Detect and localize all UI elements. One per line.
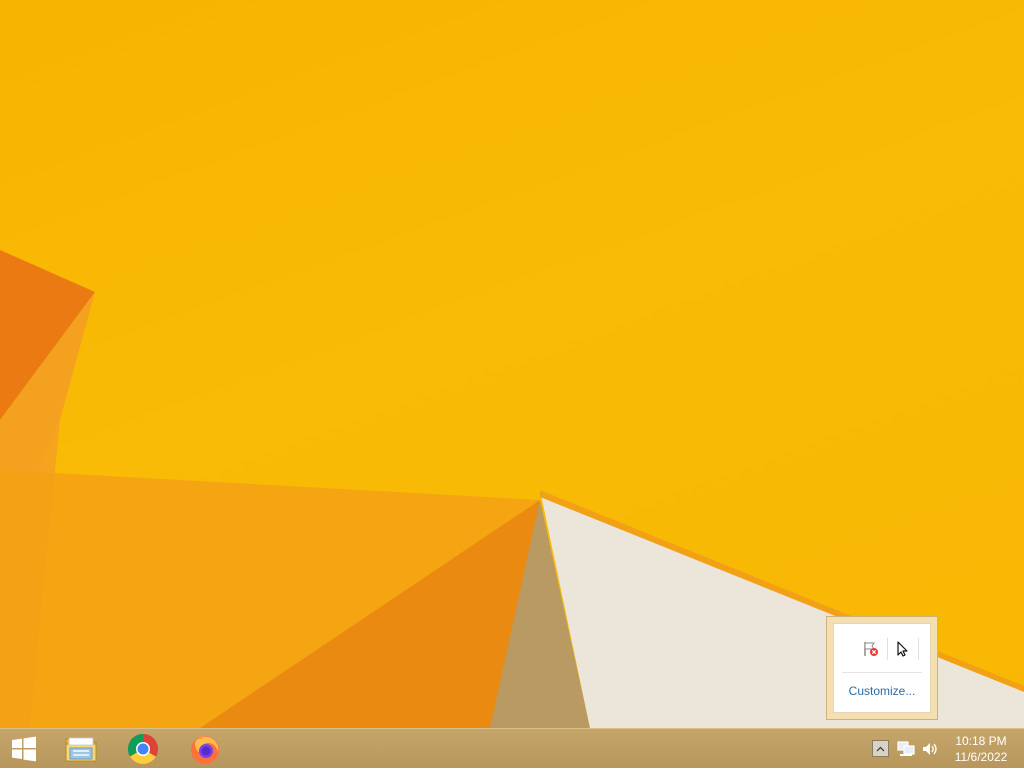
firefox-button[interactable] xyxy=(182,729,228,769)
action-center-flag-icon[interactable] xyxy=(860,638,882,660)
taskbar: 10:18 PM 11/6/2022 xyxy=(0,728,1024,768)
volume-icon xyxy=(923,743,937,755)
clock-date: 11/6/2022 xyxy=(954,750,1008,764)
chrome-button[interactable] xyxy=(120,729,166,769)
tray-overflow-popup: Customize... xyxy=(826,616,938,720)
network-button[interactable] xyxy=(897,740,915,758)
show-hidden-icons-button[interactable] xyxy=(872,740,889,757)
customize-link[interactable]: Customize... xyxy=(834,684,930,698)
network-icon xyxy=(897,741,915,756)
cursor-icon[interactable] xyxy=(892,638,914,660)
windows-logo-icon xyxy=(12,736,36,762)
clock-time: 10:18 PM xyxy=(955,734,1007,748)
folder-icon xyxy=(65,737,97,762)
chevron-up-icon xyxy=(876,746,885,751)
file-explorer-button[interactable] xyxy=(58,729,104,769)
chrome-icon xyxy=(127,734,159,765)
volume-button[interactable] xyxy=(921,740,939,758)
popup-divider xyxy=(842,672,922,673)
firefox-icon xyxy=(191,735,219,764)
start-button[interactable] xyxy=(0,729,48,769)
tray-overflow-popup-body: Customize... xyxy=(833,623,931,713)
popup-icon-separator xyxy=(918,638,919,660)
clock[interactable]: 10:18 PM 11/6/2022 xyxy=(946,733,1016,765)
popup-icon-separator xyxy=(887,638,888,660)
